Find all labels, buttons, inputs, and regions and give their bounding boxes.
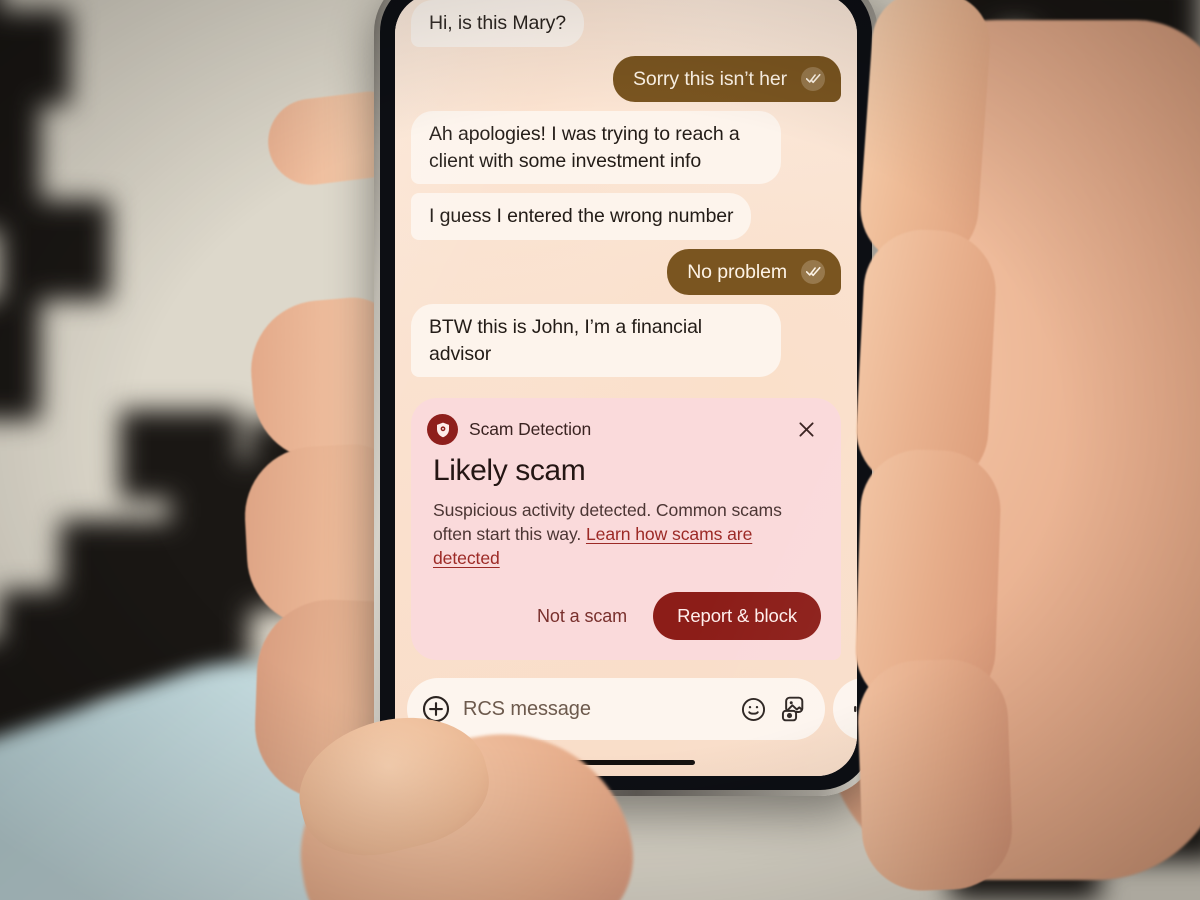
hand-foreground (0, 0, 1200, 900)
photo-scene: Hi, is this Mary? Sorry this isn’t her A… (0, 0, 1200, 900)
right-finger-4 (856, 657, 1014, 893)
